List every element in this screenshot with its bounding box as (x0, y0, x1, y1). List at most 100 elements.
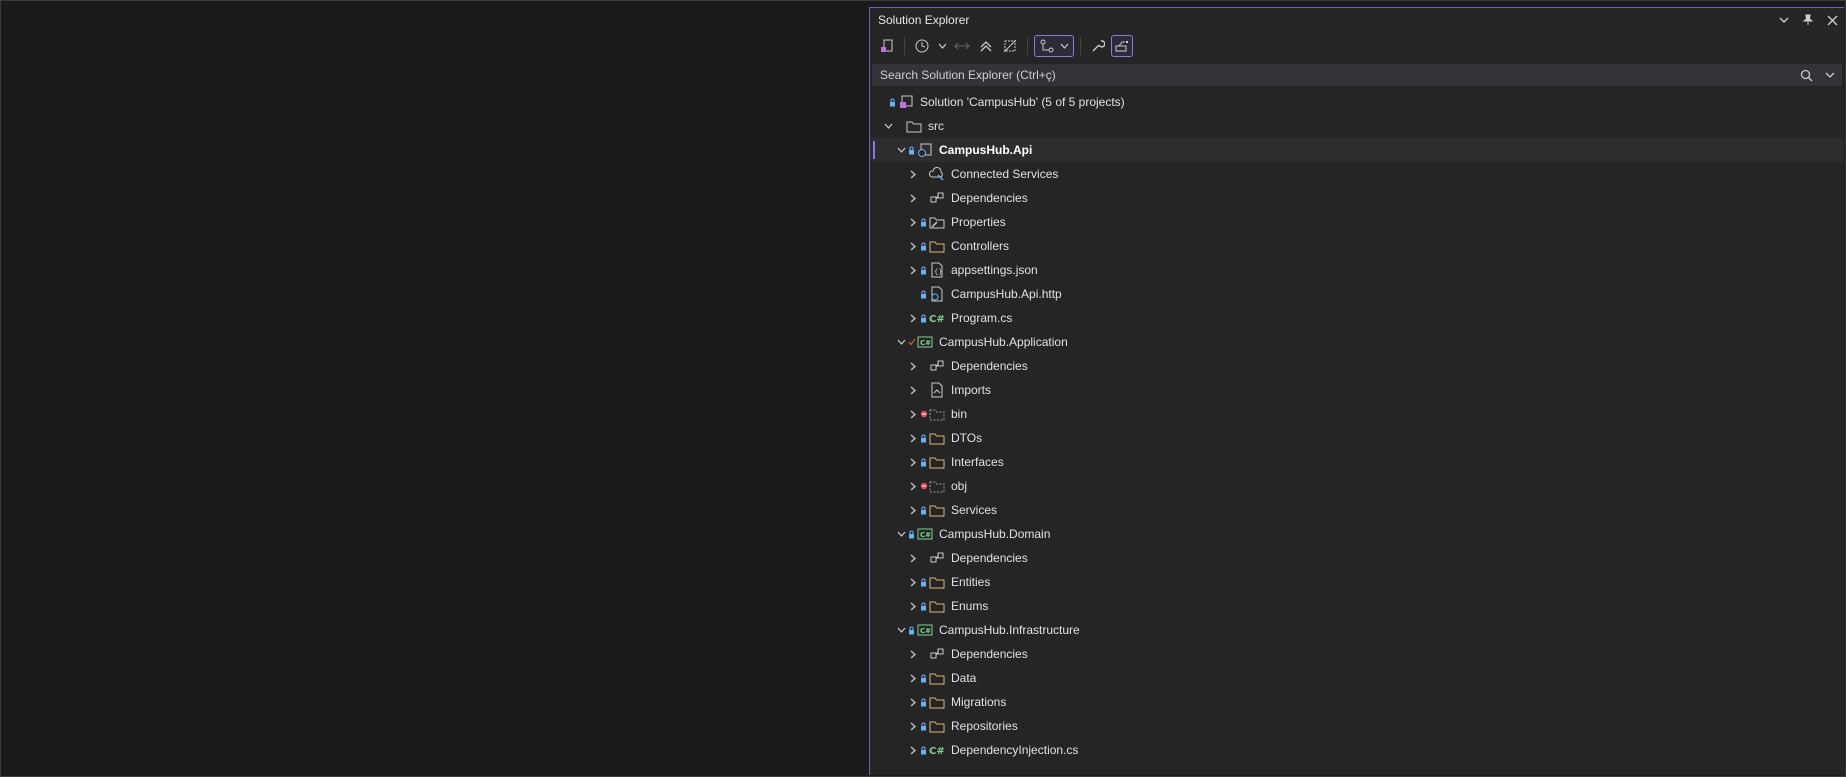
chevron-down-icon[interactable] (895, 144, 907, 156)
chevron-right-icon[interactable] (907, 408, 919, 420)
collapse-all-icon[interactable] (975, 35, 997, 57)
lock-icon (919, 504, 928, 516)
tree-item-dtos[interactable]: DTOs (870, 426, 1844, 450)
csharp-project-icon: C# (917, 526, 933, 542)
tree-item-http-file[interactable]: CampusHub.Api.http (870, 282, 1844, 306)
chevron-right-icon[interactable] (907, 744, 919, 756)
chevron-right-icon[interactable] (907, 480, 919, 492)
chevron-right-icon[interactable] (907, 312, 919, 324)
tree-item-entities[interactable]: Entities (870, 570, 1844, 594)
chevron-right-icon[interactable] (907, 264, 919, 276)
tree-item-dependencies[interactable]: Dependencies (870, 354, 1844, 378)
tree-item-connected-services[interactable]: Connected Services (870, 162, 1844, 186)
chevron-right-icon[interactable] (907, 720, 919, 732)
git-changes-filter-icon[interactable] (1034, 35, 1074, 57)
chevron-right-icon[interactable] (907, 576, 919, 588)
tree-item-label: CampusHub.Infrastructure (939, 623, 1080, 637)
chevron-right-icon[interactable] (907, 384, 919, 396)
chevron-right-icon[interactable] (907, 552, 919, 564)
imports-icon (929, 382, 945, 398)
svg-text:C#: C# (920, 627, 931, 635)
chevron-right-icon[interactable] (907, 456, 919, 468)
search-icon[interactable] (1794, 64, 1818, 86)
lock-icon (919, 600, 928, 612)
solution-tree: Solution 'CampusHub' (5 of 5 projects) s… (870, 90, 1844, 762)
lock-icon (919, 216, 928, 228)
tree-item-solution[interactable]: Solution 'CampusHub' (5 of 5 projects) (870, 90, 1844, 114)
switch-views-icon[interactable] (876, 35, 898, 57)
search-input[interactable]: Search Solution Explorer (Ctrl+ç) (872, 64, 1842, 86)
tree-item-dependencies[interactable]: Dependencies (870, 642, 1844, 666)
tree-item-src-folder[interactable]: src (870, 114, 1844, 138)
tree-item-label: Imports (951, 383, 992, 397)
chevron-right-icon[interactable] (907, 240, 919, 252)
tree-item-appsettings[interactable]: {} appsettings.json (870, 258, 1844, 282)
svg-text:C#: C# (920, 531, 931, 539)
folder-icon (929, 454, 945, 470)
lock-icon (919, 672, 928, 684)
lock-icon (919, 744, 928, 756)
chevron-right-icon[interactable] (907, 648, 919, 660)
tree-item-imports[interactable]: Imports (870, 378, 1844, 402)
show-all-files-icon[interactable] (999, 35, 1021, 57)
window-menu-chevron-icon[interactable] (1772, 9, 1796, 31)
tree-item-data[interactable]: Data (870, 666, 1844, 690)
pending-changes-history-icon[interactable] (911, 35, 933, 57)
tree-item-project-domain[interactable]: C# CampusHub.Domain (870, 522, 1844, 546)
chevron-down-icon[interactable] (895, 624, 907, 636)
csharp-project-icon: C# (917, 334, 933, 350)
properties-wrench-icon[interactable] (1087, 35, 1109, 57)
tree-item-label: src (928, 119, 944, 133)
folder-icon (929, 502, 945, 518)
tree-item-label: Repositories (951, 719, 1018, 733)
tree-item-interfaces[interactable]: Interfaces (870, 450, 1844, 474)
chevron-right-icon[interactable] (907, 192, 919, 204)
chevron-down-icon[interactable] (895, 528, 907, 540)
chevron-right-icon[interactable] (907, 600, 919, 612)
tree-item-project-infrastructure[interactable]: C# CampusHub.Infrastructure (870, 618, 1844, 642)
tree-item-obj-folder[interactable]: obj (870, 474, 1844, 498)
chevron-right-icon[interactable] (907, 168, 919, 180)
json-file-icon: {} (929, 262, 945, 278)
tree-item-project-application[interactable]: C# CampusHub.Application (870, 330, 1844, 354)
chevron-right-icon[interactable] (907, 504, 919, 516)
tree-item-services[interactable]: Services (870, 498, 1844, 522)
tree-item-dependencies[interactable]: Dependencies (870, 186, 1844, 210)
chevron-down-icon[interactable] (882, 120, 894, 132)
dependencies-icon (929, 190, 945, 206)
tree-item-enums[interactable]: Enums (870, 594, 1844, 618)
chevron-right-icon[interactable] (907, 216, 919, 228)
chevron-right-icon[interactable] (907, 432, 919, 444)
preview-selected-items-icon[interactable] (1111, 35, 1133, 57)
tree-item-label: Dependencies (951, 551, 1028, 565)
folder-icon (929, 430, 945, 446)
chevron-down-icon[interactable] (895, 336, 907, 348)
lock-icon (919, 312, 928, 324)
pin-icon[interactable] (1796, 9, 1820, 31)
chevron-right-icon[interactable] (907, 360, 919, 372)
tree-item-migrations[interactable]: Migrations (870, 690, 1844, 714)
connected-services-icon (929, 166, 945, 182)
sync-with-document-icon[interactable] (951, 35, 973, 57)
search-options-chevron-icon[interactable] (1818, 64, 1842, 86)
tree-item-program-cs[interactable]: C# Program.cs (870, 306, 1844, 330)
lock-icon (919, 696, 928, 708)
tree-item-label: Connected Services (951, 167, 1059, 181)
folder-icon (929, 694, 945, 710)
tree-item-controllers[interactable]: Controllers (870, 234, 1844, 258)
solution-folder-icon (906, 118, 922, 134)
close-icon[interactable] (1820, 9, 1844, 31)
lock-icon (907, 624, 916, 636)
tree-item-label: Program.cs (951, 311, 1013, 325)
tree-item-dependencies[interactable]: Dependencies (870, 546, 1844, 570)
chevron-right-icon[interactable] (907, 672, 919, 684)
chevron-right-icon[interactable] (907, 696, 919, 708)
tree-item-bin-folder[interactable]: bin (870, 402, 1844, 426)
tree-item-project-api[interactable]: CampusHub.Api (870, 138, 1844, 162)
tree-item-properties[interactable]: Properties (870, 210, 1844, 234)
folder-icon (929, 238, 945, 254)
tree-item-repositories[interactable]: Repositories (870, 714, 1844, 738)
history-dropdown-chevron-icon[interactable] (935, 35, 949, 57)
tree-item-label: Enums (951, 599, 989, 613)
tree-item-dependency-injection-cs[interactable]: C# DependencyInjection.cs (870, 738, 1844, 762)
